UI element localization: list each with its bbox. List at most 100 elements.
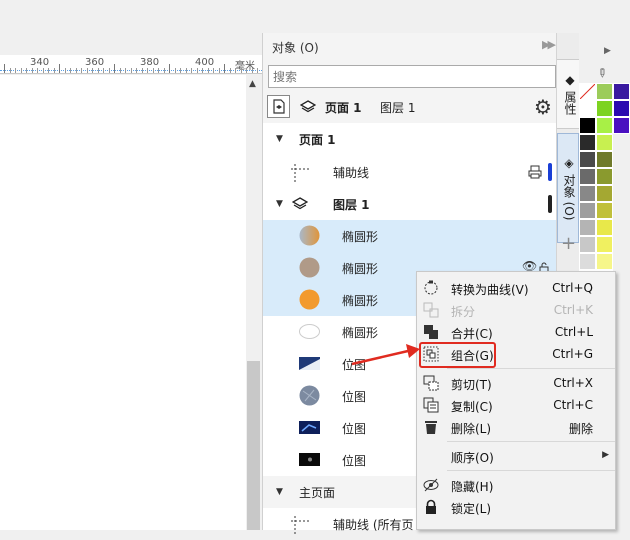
ruler-tick <box>103 68 104 73</box>
color-swatch[interactable] <box>613 100 630 117</box>
menu-item-hide[interactable]: 隐藏(H) <box>417 474 615 496</box>
gear-icon[interactable]: ⚙ <box>534 95 552 119</box>
submenu-arrow-icon: ▶ <box>602 450 609 460</box>
collapse-panel-icon[interactable]: ▶▶ <box>542 38 556 51</box>
color-swatch[interactable] <box>579 253 596 270</box>
menu-shortcut: Ctrl+Q <box>552 281 593 295</box>
menu-item-break-apart[interactable]: 拆分 Ctrl+K <box>417 299 615 321</box>
object-label: 位图 <box>342 390 367 404</box>
ruler-tick <box>26 68 27 73</box>
ruler-tick <box>125 68 126 73</box>
menu-item-combine[interactable]: 合并(C) Ctrl+L <box>417 321 615 343</box>
scrollbar-thumb[interactable] <box>247 361 260 530</box>
vertical-scrollbar[interactable]: ▲ <box>246 75 262 530</box>
ruler-tick <box>207 68 209 73</box>
object-label: 椭圆形 <box>342 326 379 340</box>
printer-icon[interactable] <box>528 165 542 179</box>
ruler-tick <box>42 68 44 73</box>
expand-caret-icon[interactable]: ▼ <box>276 134 283 144</box>
guides-icon <box>291 164 309 182</box>
layers-icon: ◈ <box>562 155 576 170</box>
hide-icon <box>423 478 439 492</box>
cut-icon <box>423 375 439 391</box>
object-label: 位图 <box>342 422 367 436</box>
ruler-tick <box>37 68 38 73</box>
menu-shortcut: 删除 <box>568 422 593 436</box>
ruler-tick <box>196 68 198 73</box>
color-swatch[interactable] <box>579 134 596 151</box>
menu-item-convert-to-curves[interactable]: 转换为曲线(V) Ctrl+Q <box>417 277 615 299</box>
expand-caret-icon[interactable]: ▼ <box>276 487 283 497</box>
color-swatch[interactable] <box>596 185 613 202</box>
color-swatch[interactable] <box>596 83 613 100</box>
combine-icon <box>424 325 438 339</box>
color-swatch[interactable] <box>579 83 596 100</box>
ruler-tick <box>48 68 49 73</box>
color-swatch[interactable] <box>596 168 613 185</box>
search-input[interactable] <box>268 65 556 88</box>
ruler-tick <box>229 68 231 73</box>
ellipse-thumbnail <box>299 289 320 310</box>
document-canvas[interactable] <box>0 75 246 530</box>
tab-properties[interactable]: ◆ 属性 <box>557 59 579 129</box>
color-swatch[interactable] <box>596 219 613 236</box>
ruler-tick <box>224 64 225 73</box>
color-swatch[interactable] <box>596 202 613 219</box>
menu-item-order[interactable]: 顺序(O) ▶ <box>417 445 615 467</box>
lock-icon <box>426 499 436 514</box>
ellipse-thumbnail <box>299 257 320 278</box>
add-docker-icon[interactable]: + <box>561 233 576 254</box>
color-swatch[interactable] <box>579 100 596 117</box>
layer-color-bar <box>548 163 552 181</box>
tree-row-layer[interactable]: ▼ 图层 1 <box>263 188 557 220</box>
color-swatch[interactable] <box>579 168 596 185</box>
menu-item-cut[interactable]: 剪切(T) Ctrl+X <box>417 372 615 394</box>
ruler-tick <box>147 68 148 73</box>
ruler-tick <box>202 68 203 73</box>
eyedropper-icon[interactable]: ✎ <box>594 64 611 81</box>
scroll-up-icon[interactable]: ▲ <box>249 79 256 89</box>
tree-row-object[interactable]: 椭圆形 <box>263 220 557 252</box>
current-layer-label[interactable]: 图层 1 <box>380 99 415 116</box>
tree-row-guides[interactable]: 辅助线 <box>263 156 557 188</box>
color-swatch[interactable] <box>596 253 613 270</box>
ruler-tick <box>4 64 5 73</box>
color-swatch[interactable] <box>596 151 613 168</box>
layer-node-label: 图层 1 <box>333 198 370 212</box>
ruler-tick-label: 400 <box>195 57 215 68</box>
expand-caret-icon[interactable]: ▼ <box>276 199 283 209</box>
ruler-tick-label: 380 <box>140 57 160 68</box>
ruler-tick <box>20 68 22 73</box>
ruler-tick <box>31 68 33 73</box>
color-swatch[interactable] <box>579 117 596 134</box>
color-swatch[interactable] <box>579 151 596 168</box>
menu-label: 拆分 <box>451 305 476 319</box>
menu-item-delete[interactable]: 删除(L) 删除 <box>417 416 615 438</box>
current-page-label[interactable]: 页面 1 <box>325 99 362 116</box>
ruler-tick <box>130 68 132 73</box>
tree-row-page[interactable]: ▼ 页面 1 <box>263 123 557 155</box>
color-swatch[interactable] <box>596 117 613 134</box>
color-swatch[interactable] <box>579 185 596 202</box>
menu-item-copy[interactable]: 复制(C) Ctrl+C <box>417 394 615 416</box>
horizontal-ruler[interactable]: 340 360 380 400 毫米 <box>0 55 262 74</box>
color-swatch[interactable] <box>579 202 596 219</box>
color-swatch[interactable] <box>613 117 630 134</box>
color-swatch[interactable] <box>596 134 613 151</box>
page-view-button[interactable] <box>267 95 290 118</box>
bitmap-thumbnail <box>299 453 320 466</box>
color-swatch[interactable] <box>579 236 596 253</box>
menu-item-lock[interactable]: 锁定(L) <box>417 496 615 518</box>
ruler-tick <box>15 68 16 73</box>
master-guides-label: 辅助线 (所有页 <box>333 518 414 532</box>
color-swatch[interactable] <box>579 219 596 236</box>
menu-label: 锁定(L) <box>451 502 492 516</box>
palette-scroll-icon[interactable]: ▶ <box>604 46 611 56</box>
color-swatch[interactable] <box>596 236 613 253</box>
color-swatch[interactable] <box>613 83 630 100</box>
color-swatch[interactable] <box>596 100 613 117</box>
layers-icon[interactable] <box>300 99 316 115</box>
tab-objects[interactable]: ◈ 对象 (O) <box>557 133 579 243</box>
page-node-label: 页面 1 <box>299 133 336 147</box>
ruler-tick <box>257 68 258 73</box>
